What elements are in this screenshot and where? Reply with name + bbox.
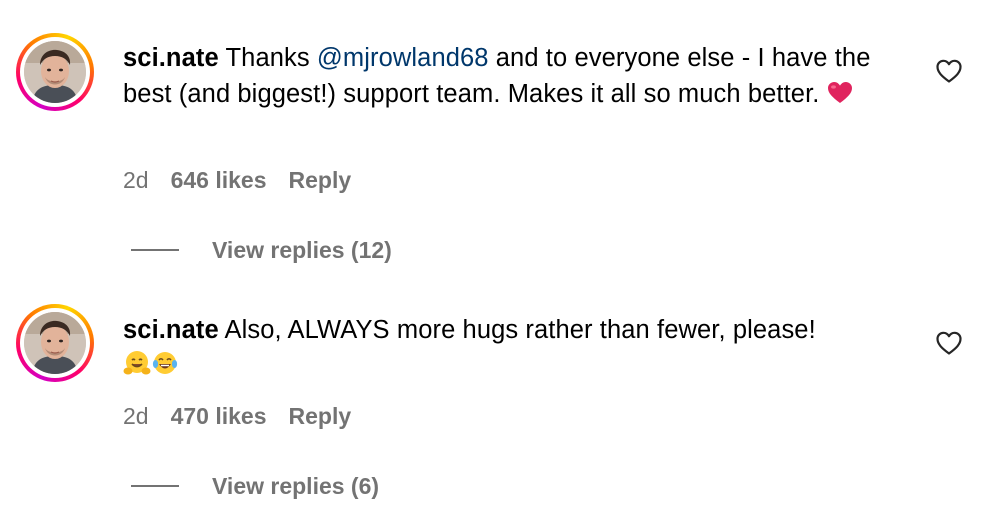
tears-of-joy-emoji-icon: [151, 349, 179, 387]
replies-divider-line: [131, 249, 179, 251]
view-replies-button[interactable]: View replies (6): [212, 473, 379, 500]
comment-likes[interactable]: 470 likes: [171, 403, 267, 429]
view-replies-row[interactable]: View replies (12): [131, 235, 392, 265]
like-heart-icon[interactable]: [935, 330, 963, 356]
hugging-face-emoji-icon: [123, 349, 151, 387]
comment-body: Also, ALWAYS more hugs rather than fewer…: [224, 316, 816, 344]
avatar: [24, 41, 86, 103]
like-heart-icon[interactable]: [935, 58, 963, 84]
reply-button[interactable]: Reply: [289, 167, 352, 193]
reply-button[interactable]: Reply: [289, 403, 352, 429]
avatar: [24, 312, 86, 374]
comment-body: Thanks: [225, 44, 317, 72]
view-replies-row[interactable]: View replies (6): [131, 471, 379, 501]
avatar-story-ring[interactable]: [16, 33, 94, 111]
view-replies-button[interactable]: View replies (12): [212, 237, 392, 264]
red-heart-emoji-icon: [827, 79, 853, 115]
comment-likes[interactable]: 646 likes: [171, 167, 267, 193]
mention-link[interactable]: @mjrowland68: [317, 44, 489, 72]
comment-text: sci.nate Thanks @mjrowland68 and to ever…: [123, 40, 903, 115]
replies-divider-line: [131, 485, 179, 487]
comment-username[interactable]: sci.nate: [123, 316, 219, 344]
avatar-story-ring[interactable]: [16, 304, 94, 382]
comment-username[interactable]: sci.nate: [123, 44, 219, 72]
comment-timestamp[interactable]: 2d: [123, 167, 149, 193]
comment-meta: 2d 646 likes Reply: [123, 167, 351, 194]
comment-text: sci.nate Also, ALWAYS more hugs rather t…: [123, 312, 903, 387]
comment-meta: 2d 470 likes Reply: [123, 403, 351, 430]
comment-timestamp[interactable]: 2d: [123, 403, 149, 429]
